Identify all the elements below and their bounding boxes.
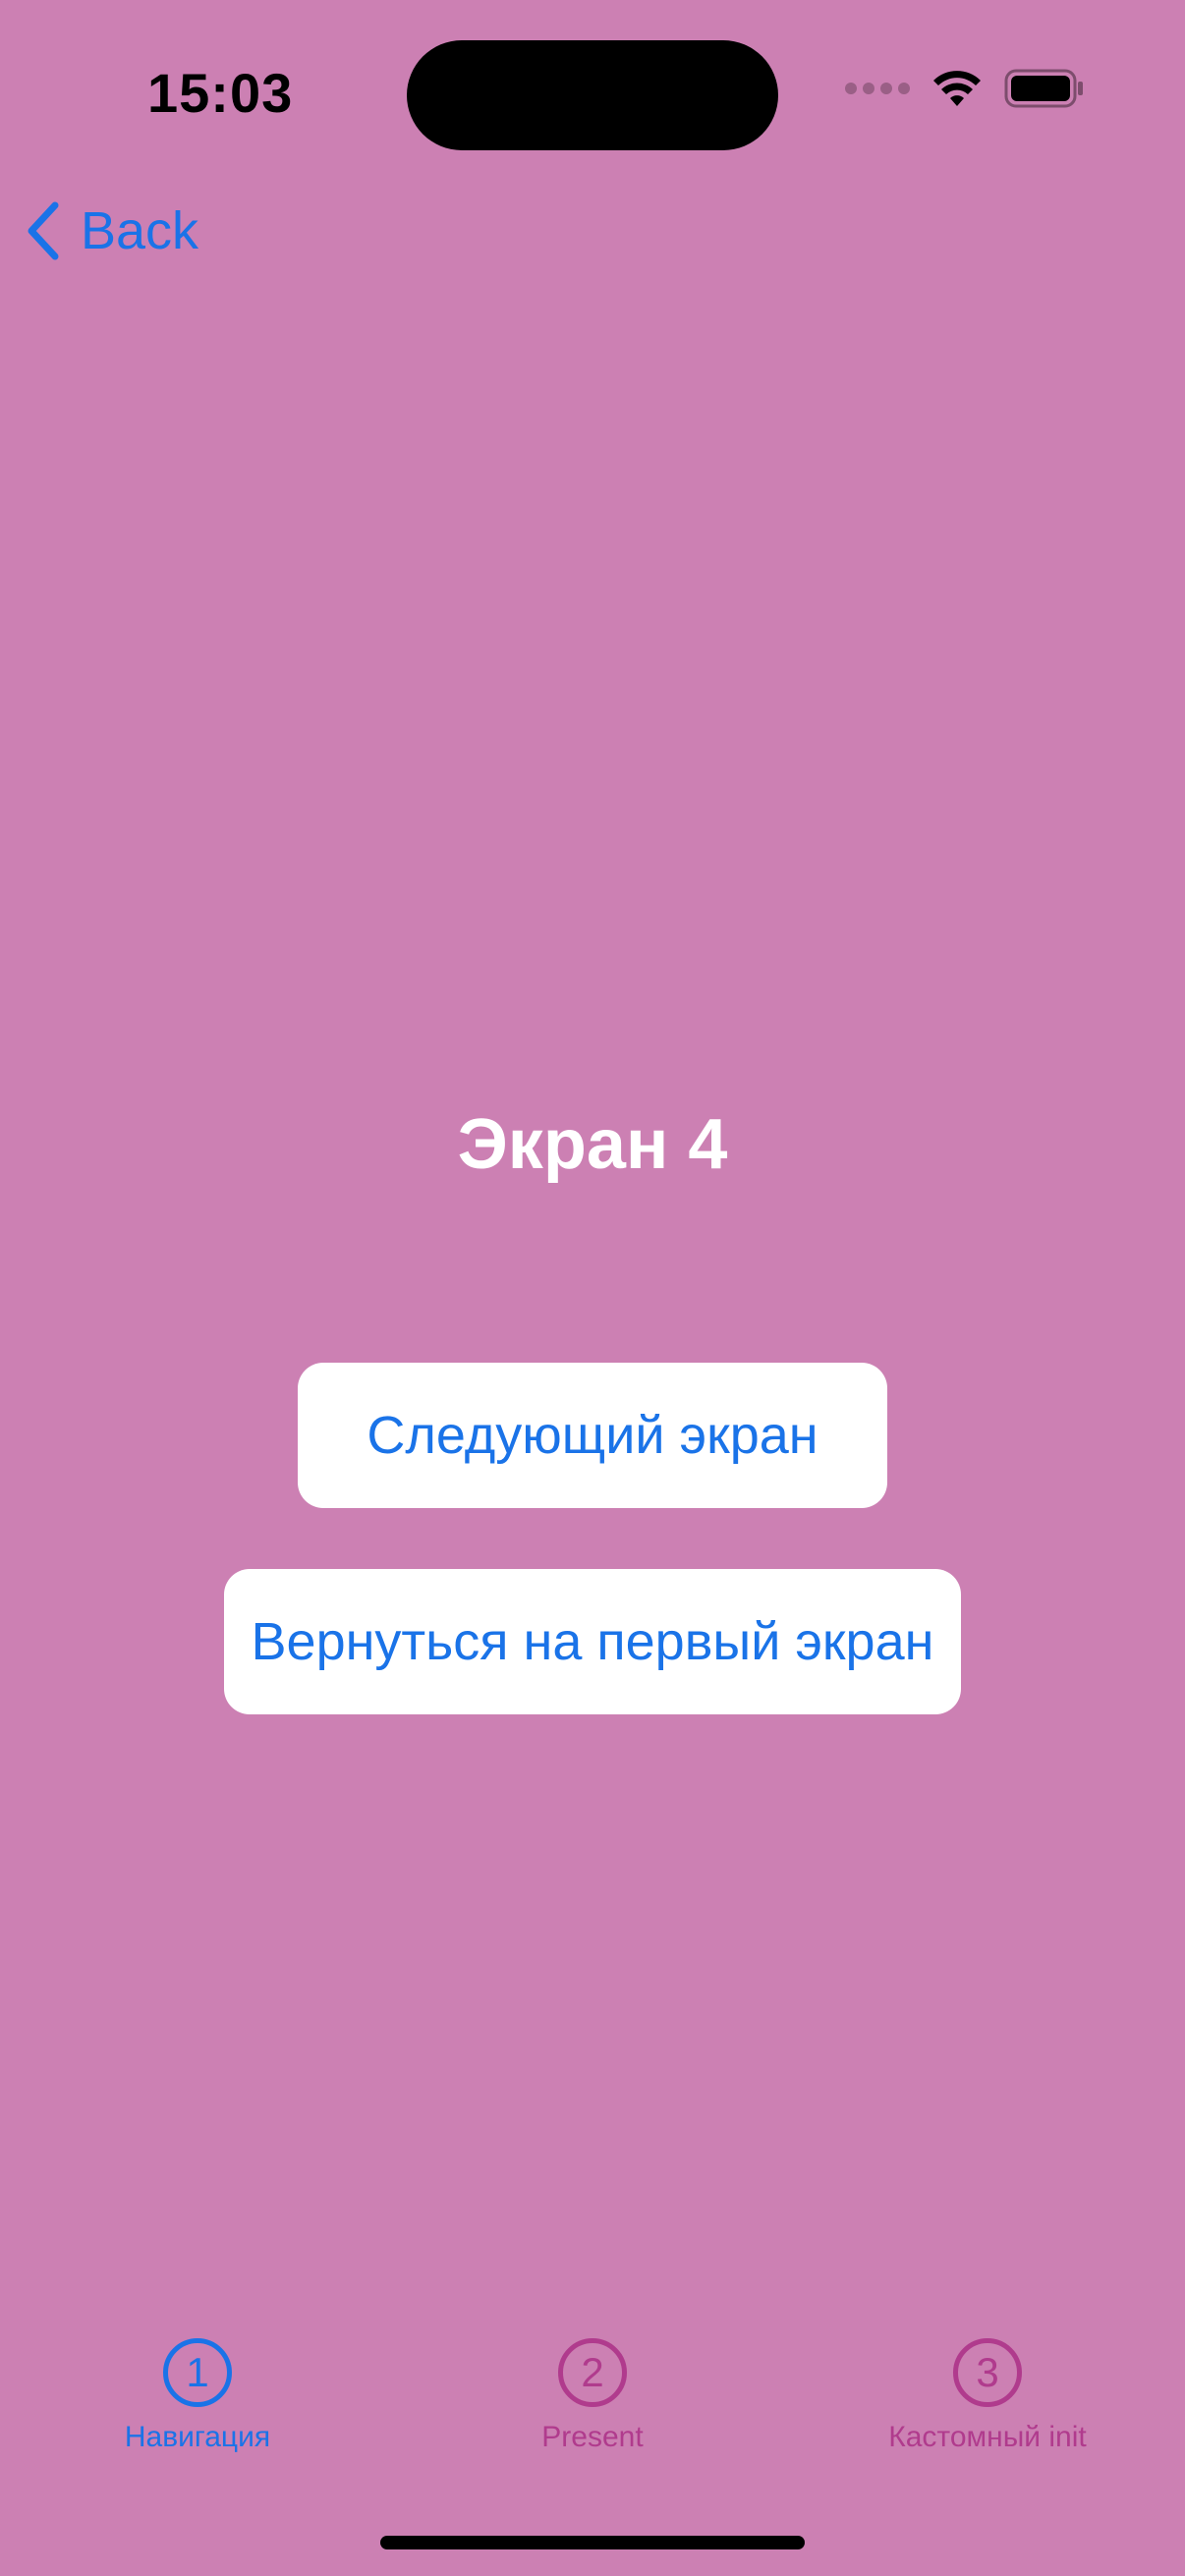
cellular-signal-icon [845,83,910,94]
number-2-circle-icon: 2 [558,2338,627,2407]
back-label: Back [81,201,199,260]
status-icons [845,69,1085,108]
tab-label-present: Present [541,2421,644,2453]
next-screen-button[interactable]: Следующий экран [298,1363,887,1508]
number-1-circle-icon: 1 [163,2338,232,2407]
return-to-first-screen-button[interactable]: Вернуться на первый экран [224,1569,961,1714]
chevron-left-icon [28,201,59,260]
tab-label-navigation: Навигация [124,2421,271,2453]
next-screen-button-label: Следующий экран [367,1406,818,1465]
battery-icon [1004,69,1083,108]
tab-label-custom-init: Кастомный init [888,2421,1087,2453]
home-indicator [380,2536,805,2549]
tab-bar: 1 Навигация 2 Present 3 Кастомный init [0,2338,1185,2486]
dynamic-island [407,40,778,150]
number-3-circle-icon: 3 [953,2338,1022,2407]
back-button[interactable]: Back [26,195,198,267]
tab-navigation[interactable]: 1 Навигация [0,2338,395,2486]
tab-present[interactable]: 2 Present [395,2338,790,2486]
status-time: 15:03 [147,62,294,124]
tab-custom-init[interactable]: 3 Кастомный init [790,2338,1185,2486]
wifi-icon [933,71,981,106]
return-to-first-screen-button-label: Вернуться на первый экран [251,1612,934,1671]
page-title: Экран 4 [457,1105,728,1184]
